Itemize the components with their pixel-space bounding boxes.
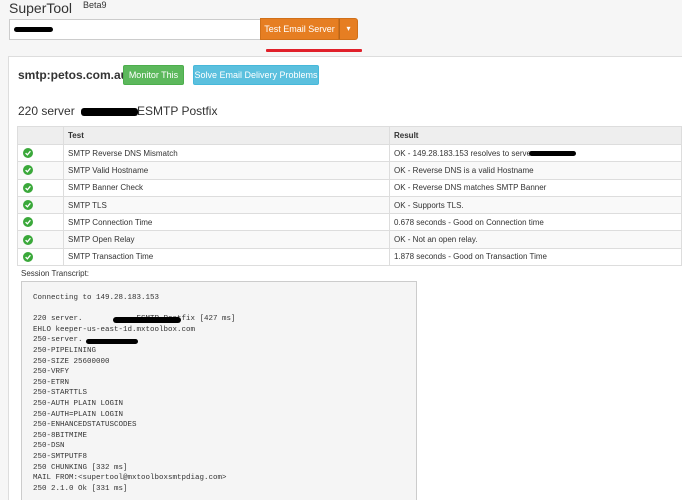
table-row: SMTP Banner Check OK - Reverse DNS matche… <box>17 178 682 197</box>
transcript-line: 250-AUTH PLAIN LOGIN <box>33 399 124 408</box>
transcript-label: Session Transcript: <box>21 269 90 278</box>
table-row: SMTP Transaction Time 1.878 seconds - Goo… <box>17 247 682 267</box>
transcript-line: 250-8BITMIME <box>33 431 88 440</box>
status-cell <box>17 143 64 163</box>
transcript-line <box>33 304 406 315</box>
test-name-cell: SMTP Banner Check <box>63 178 390 197</box>
transcript-line: MAIL FROM:<supertool@mxtoolboxsmtpdiag.c… <box>33 474 227 483</box>
host-label: smtp:petos.com.au <box>18 68 129 82</box>
transcript-line: 250-SMTPUTF8 <box>33 452 88 461</box>
transcript-line: 250 CHUNKING [332 ms] <box>33 463 128 472</box>
redacted-search-text <box>14 27 53 32</box>
check-circle-icon <box>23 217 33 228</box>
status-cell <box>17 230 64 249</box>
test-name-cell: SMTP Connection Time <box>63 213 390 232</box>
table-row: SMTP TLS OK - Supports TLS. <box>17 195 682 215</box>
table-row: SMTP Open Relay OK - Not an open relay. <box>17 230 682 249</box>
table-row: SMTP Connection Time 0.678 seconds - Good… <box>17 213 682 232</box>
transcript-line: 250-ETRN <box>33 378 70 387</box>
check-circle-icon <box>23 165 33 176</box>
session-transcript: Connecting to 149.28.183.153 220 server. … <box>21 281 417 500</box>
status-cell <box>17 178 64 197</box>
redacted-transcript-host <box>113 317 181 323</box>
status-cell <box>17 247 64 267</box>
transcript-line: Connecting to 149.28.183.153 <box>33 294 160 302</box>
monitor-this-button[interactable]: Monitor This <box>123 65 184 85</box>
transcript-line: 250-DSN <box>33 442 65 451</box>
beta-badge: Beta9 <box>83 0 107 10</box>
smtp-banner-suffix: ESMTP Postfix <box>137 104 218 118</box>
test-result-cell: 1.878 seconds - Good on Transaction Time <box>389 247 682 267</box>
transcript-line: 250-STARTTLS <box>33 389 88 398</box>
transcript-line: 250-ENHANCEDSTATUSCODES <box>33 421 137 430</box>
transcript-line: 250-SIZE 25600000 <box>33 357 110 366</box>
table-header-row: Test Result <box>17 126 682 145</box>
test-result-cell: 0.678 seconds - Good on Connection time <box>389 213 682 232</box>
transcript-line: 250-PIPELINING <box>33 346 97 355</box>
check-circle-icon <box>23 234 33 245</box>
app-title: SuperTool <box>9 0 73 16</box>
header-test: Test <box>63 126 390 145</box>
test-result-cell: OK - Reverse DNS is a valid Hostname <box>389 161 682 180</box>
status-cell <box>17 161 64 180</box>
header-status <box>17 126 64 145</box>
test-name-cell: SMTP Reverse DNS Mismatch <box>63 143 390 163</box>
status-cell <box>17 213 64 232</box>
redacted-transcript-ehlo <box>86 339 138 344</box>
test-result-cell: OK - Reverse DNS matches SMTP Banner <box>389 178 682 197</box>
table-row: SMTP Valid Hostname OK - Reverse DNS is a… <box>17 161 682 180</box>
dropdown-caret-button[interactable]: ▾ <box>339 18 358 40</box>
redacted-result-host <box>529 151 576 156</box>
test-name-cell: SMTP Transaction Time <box>63 247 390 267</box>
brand: SuperTool Beta9 <box>9 0 107 17</box>
status-cell <box>17 195 64 215</box>
results-table: Test Result SMTP Reverse DNS Mismatch OK … <box>17 126 682 267</box>
transcript-line: 250-AUTH=PLAIN LOGIN <box>33 410 124 419</box>
transcript-line: EHLO keeper-us-east-1d.mxtoolbox.com <box>33 325 196 334</box>
test-email-server-button[interactable]: Test Email Server <box>260 18 339 40</box>
annotation-underline <box>266 49 362 52</box>
test-result-cell: OK - Supports TLS. <box>389 195 682 215</box>
transcript-line: 250 2.1.0 Ok [331 ms] <box>33 484 128 493</box>
redacted-banner-host <box>81 108 138 116</box>
table-row: SMTP Reverse DNS Mismatch OK - 149.28.183… <box>17 143 682 163</box>
test-name-cell: SMTP Valid Hostname <box>63 161 390 180</box>
check-circle-icon <box>23 251 33 262</box>
check-circle-icon <box>23 200 33 211</box>
solve-email-delivery-button[interactable]: Solve Email Delivery Problems <box>193 65 319 85</box>
check-circle-icon <box>23 148 33 159</box>
transcript-line: 250-VRFY <box>33 368 70 377</box>
check-circle-icon <box>23 182 33 193</box>
test-name-cell: SMTP Open Relay <box>63 230 390 249</box>
smtp-banner-prefix: 220 server <box>18 104 75 118</box>
test-result-cell: OK - Not an open relay. <box>389 230 682 249</box>
transcript-line: 220 server. ESMTP Postfix [427 ms] <box>33 315 236 324</box>
header-result: Result <box>389 126 682 145</box>
test-name-cell: SMTP TLS <box>63 195 390 215</box>
